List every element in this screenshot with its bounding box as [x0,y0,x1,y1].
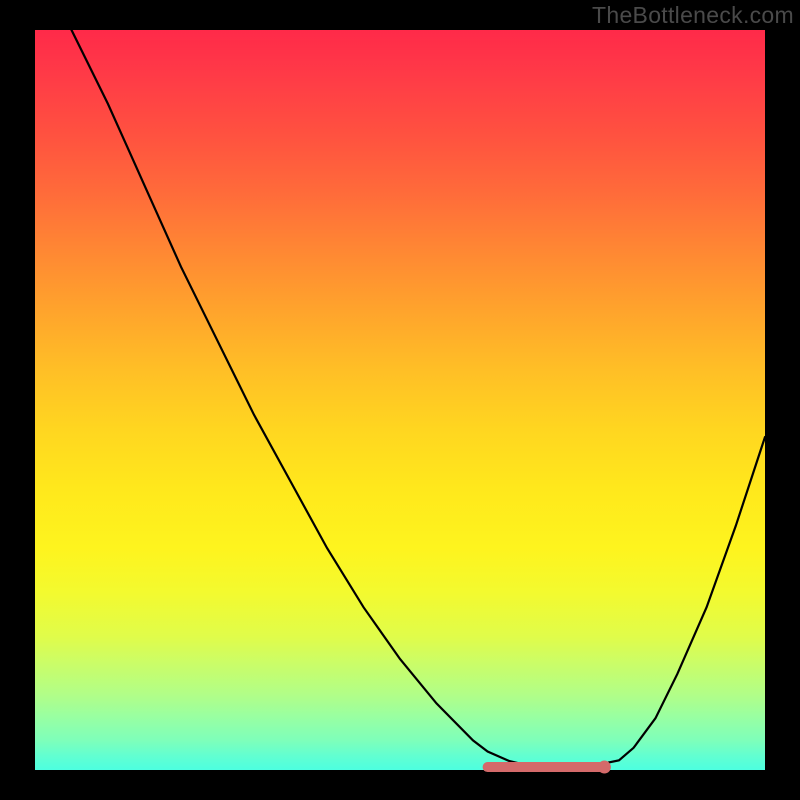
watermark-text: TheBottleneck.com [592,2,794,29]
chart-svg [35,30,765,770]
optimal-point-dot [598,761,610,773]
chart-stage: TheBottleneck.com [0,0,800,800]
plot-area [35,30,765,770]
bottleneck-curve [35,0,765,768]
